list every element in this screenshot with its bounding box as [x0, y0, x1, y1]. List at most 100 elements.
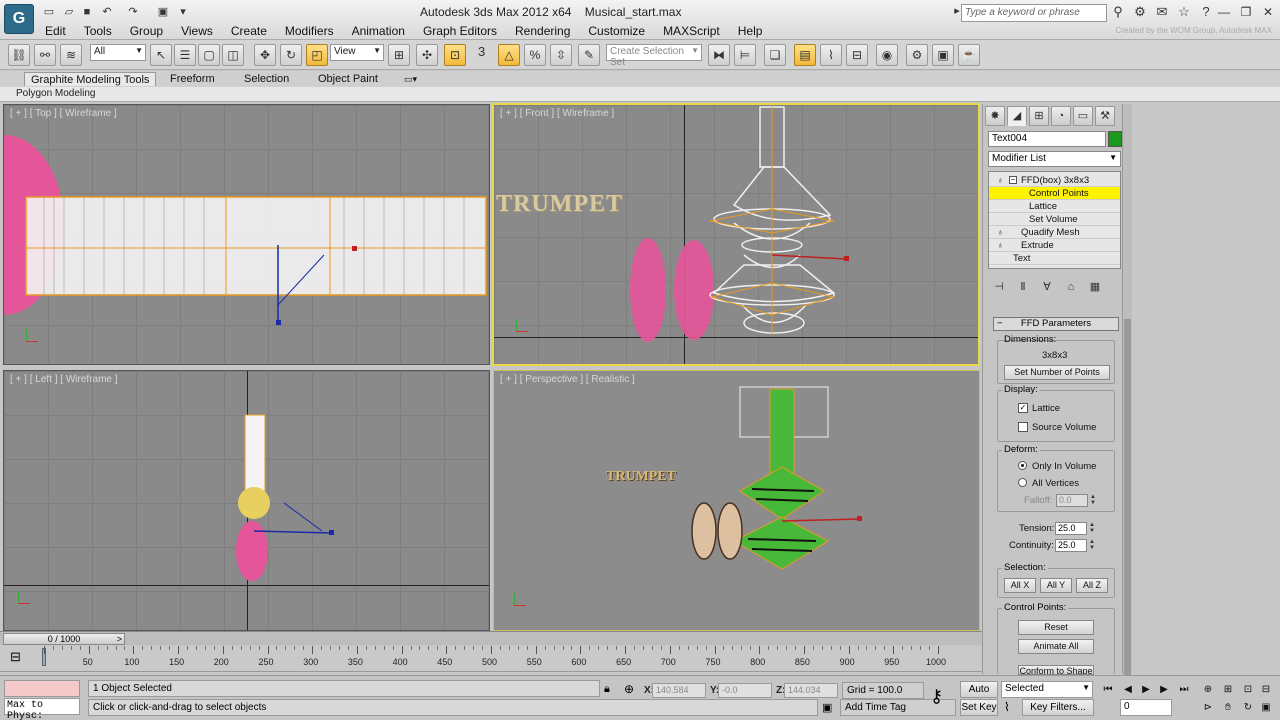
key-filters-button[interactable]: Key Filters...	[1022, 699, 1094, 716]
pin-stack-icon[interactable]: ⊣	[991, 279, 1007, 295]
motion-tab-icon[interactable]: ◔	[1051, 106, 1071, 126]
curve-editor-icon[interactable]: ⌇	[820, 44, 842, 66]
select-object-icon[interactable]: ↖	[150, 44, 172, 66]
source-volume-checkbox[interactable]	[1018, 422, 1028, 432]
selection-filter-dropdown[interactable]: All ▼	[90, 44, 146, 61]
continuity-field[interactable]: 25.0	[1055, 539, 1087, 552]
maximize-viewport-icon[interactable]: ▣	[1258, 701, 1274, 715]
menu-animation[interactable]: Animation	[343, 23, 414, 39]
redo-icon[interactable]: ↷	[126, 5, 140, 19]
modifier-list-dropdown[interactable]: Modifier List ▼	[988, 151, 1121, 167]
help-icon[interactable]: ?	[1198, 4, 1214, 20]
only-in-volume-radio[interactable]	[1018, 461, 1027, 470]
restore-icon[interactable]: ❐	[1238, 4, 1254, 20]
maxscript-listener-input[interactable]: Max to Physc:	[4, 698, 80, 720]
render-setup-icon[interactable]: ⚙	[906, 44, 928, 66]
set-number-of-points-button[interactable]: Set Number of Points	[1004, 365, 1110, 380]
time-slider[interactable]: 0 / 1000 >	[0, 631, 982, 645]
new-file-icon[interactable]: ▭	[42, 5, 56, 19]
select-and-rotate-icon[interactable]: ↻	[280, 44, 302, 66]
stack-item-text[interactable]: Text	[989, 252, 1120, 265]
all-vertices-radio[interactable]	[1018, 478, 1027, 487]
zoom-extents-icon[interactable]: ⊡	[1240, 683, 1256, 697]
x-coordinate-field[interactable]: 140.584	[652, 683, 706, 698]
scrollbar-thumb[interactable]	[1124, 319, 1131, 679]
falloff-spinner-icon[interactable]: ▲ ▼	[1090, 494, 1096, 507]
z-coordinate-field[interactable]: 144.034	[784, 683, 838, 698]
save-icon[interactable]: ■	[80, 5, 94, 19]
time-slider-thumb[interactable]: 0 / 1000 >	[3, 633, 125, 645]
rectangular-selection-icon[interactable]: ▢	[198, 44, 220, 66]
bind-space-warp-icon[interactable]: ≋	[60, 44, 82, 66]
hierarchy-tab-icon[interactable]: ⊞	[1029, 106, 1049, 126]
configure-modifier-sets-icon[interactable]: ▦	[1087, 279, 1103, 295]
menu-tools[interactable]: Tools	[75, 23, 121, 39]
tension-spinner-icon[interactable]: ▲ ▼	[1089, 522, 1095, 535]
project-folder-icon[interactable]: ▣	[156, 5, 170, 19]
tab-freeform[interactable]: Freeform	[170, 72, 215, 86]
align-icon[interactable]: ⊨	[734, 44, 756, 66]
lock-selection-icon[interactable]: 🔒︎	[604, 683, 610, 696]
reference-coordinate-dropdown[interactable]: View ▼	[330, 44, 384, 61]
viewport-front[interactable]: [ + ] [ Front ] [ Wireframe ] TRUMPET	[492, 103, 980, 366]
next-frame-icon[interactable]: ▶︎	[1156, 683, 1172, 697]
lightbulb-icon[interactable]: ♁	[997, 226, 1004, 239]
set-key-button[interactable]: Set Key	[960, 699, 998, 716]
track-bar[interactable]: ⊟ 50 100 150 200 250 300 350 400 450 500 550 600 650…	[0, 646, 982, 672]
schematic-view-icon[interactable]: ⊟	[846, 44, 868, 66]
utilities-tab-icon[interactable]: ⚒	[1095, 106, 1115, 126]
zoom-icon[interactable]: ⊕	[1200, 683, 1216, 697]
material-editor-icon[interactable]: ◉	[876, 44, 898, 66]
key-mode-dropdown[interactable]: Selected ▼	[1001, 681, 1093, 698]
menu-customize[interactable]: Customize	[579, 23, 654, 39]
select-and-link-icon[interactable]: ⛓	[8, 44, 30, 66]
tab-selection[interactable]: Selection	[244, 72, 289, 86]
set-keys-icon[interactable]: ⚷	[930, 686, 943, 707]
field-of-view-icon[interactable]: ⊳	[1200, 701, 1216, 715]
previous-frame-icon[interactable]: ◀︎	[1120, 683, 1136, 697]
menu-modifiers[interactable]: Modifiers	[276, 23, 343, 39]
go-to-end-icon[interactable]: ⏭︎	[1176, 683, 1192, 697]
mirror-icon[interactable]: ⧓	[708, 44, 730, 66]
favorites-star-icon[interactable]: ☆	[1176, 4, 1192, 20]
time-tag-icon[interactable]: ▣	[822, 701, 832, 714]
menu-views[interactable]: Views	[172, 23, 222, 39]
keyboard-shortcut-override-icon[interactable]: ⊡	[444, 44, 466, 66]
stack-item-set-volume[interactable]: Set Volume	[989, 213, 1120, 226]
ffd-parameters-rollout[interactable]: − FFD Parameters	[993, 317, 1119, 331]
undo-icon[interactable]: ↶	[100, 5, 114, 19]
binoculars-icon[interactable]: ⚲	[1110, 4, 1126, 20]
falloff-field[interactable]: 0.0	[1056, 494, 1088, 507]
named-selection-sets-dropdown[interactable]: Create Selection Set ▼	[606, 44, 702, 68]
render-production-icon[interactable]: ☕	[958, 44, 980, 66]
open-file-icon[interactable]: ▱	[62, 5, 76, 19]
object-color-swatch[interactable]	[1108, 131, 1122, 147]
stack-item-ffd-box[interactable]: ♁ − FFD(box) 3x8x3	[989, 174, 1120, 187]
edit-named-selection-icon[interactable]: ✎	[578, 44, 600, 66]
stack-item-control-points[interactable]: Control Points	[989, 187, 1120, 200]
continuity-spinner-icon[interactable]: ▲ ▼	[1089, 539, 1095, 552]
display-tab-icon[interactable]: ▭	[1073, 106, 1093, 126]
next-frame-icon[interactable]: >	[117, 634, 122, 644]
object-name-field[interactable]: Text004	[988, 131, 1106, 147]
panel-polygon-modeling[interactable]: Polygon Modeling	[16, 88, 96, 99]
ribbon-options-icon[interactable]: ▭▾	[404, 72, 417, 86]
conform-to-shape-button[interactable]: Conform to Shape	[1018, 665, 1094, 675]
play-icon[interactable]: ▶︎	[1138, 683, 1154, 697]
command-panel-scrollbar[interactable]	[1122, 104, 1132, 679]
lightbulb-icon[interactable]: ♁	[997, 174, 1004, 187]
spinner-snap-icon[interactable]: ⇳	[550, 44, 572, 66]
zoom-extents-all-icon[interactable]: ⊟	[1258, 683, 1274, 697]
pan-icon[interactable]: ✋︎	[1220, 701, 1236, 715]
viewport-perspective[interactable]: [ + ] [ Perspective ] [ Realistic ] TRUM…	[493, 370, 980, 631]
animate-all-button[interactable]: Animate All	[1018, 639, 1094, 654]
lightbulb-icon[interactable]: ♁	[997, 239, 1004, 252]
window-crossing-icon[interactable]: ◫	[222, 44, 244, 66]
percent-snap-icon[interactable]: %	[524, 44, 546, 66]
unlink-icon[interactable]: ⚯	[34, 44, 56, 66]
lattice-checkbox[interactable]: ✓	[1018, 403, 1028, 413]
close-icon[interactable]: ✕	[1260, 4, 1276, 20]
stack-item-quadify-mesh[interactable]: ♁ Quadify Mesh	[989, 226, 1120, 239]
tab-graphite-modeling-tools[interactable]: Graphite Modeling Tools	[24, 72, 157, 86]
all-y-button[interactable]: All Y	[1040, 578, 1072, 593]
